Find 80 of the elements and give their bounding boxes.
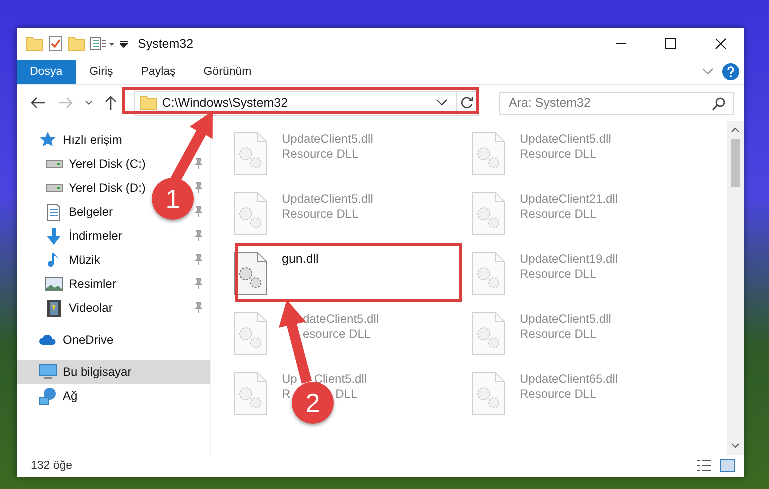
chevron-down-icon <box>436 99 448 107</box>
file-gears-icon <box>234 252 268 296</box>
item-count: 132 öğe <box>31 460 73 472</box>
nav-item[interactable]: Yerel Disk (D:) <box>45 178 146 198</box>
nav-item[interactable]: Videolar <box>45 298 113 318</box>
file-gears-icon <box>472 372 506 416</box>
document-icon <box>47 204 61 220</box>
up-arrow-icon <box>104 95 118 111</box>
file-type: Resource DLL <box>520 267 598 281</box>
refresh-icon <box>460 96 474 110</box>
close-icon <box>715 38 727 50</box>
nav-item[interactable]: Bu bilgisayar <box>39 362 132 382</box>
file-type: Resource DLL <box>520 147 598 161</box>
file-gears-icon <box>472 132 506 176</box>
back-arrow-icon <box>30 96 46 110</box>
file-type: Resource DLL <box>282 147 360 161</box>
search-icon <box>712 96 726 110</box>
file-gears-icon <box>234 192 268 236</box>
star-icon <box>39 131 57 149</box>
file-gears-icon <box>234 132 268 176</box>
folder-icon <box>26 35 44 53</box>
file-name: UpdateClient5.dll <box>520 312 612 326</box>
file-name: UpdateClient21.dll <box>520 192 618 206</box>
scroll-down-icon <box>731 443 740 449</box>
folder-icon <box>140 94 158 112</box>
nav-item[interactable]: Hızlı erişim <box>39 130 122 150</box>
file-type: esource DLL <box>303 327 372 341</box>
music-note-icon <box>48 252 60 268</box>
file-name: gun.dll <box>282 252 319 266</box>
file-name: UpdateClient5.dll <box>520 132 612 146</box>
ribbon-tab[interactable]: Dosya <box>17 60 76 84</box>
scrollbar-thumb[interactable] <box>731 139 740 187</box>
file-name: UpdateClient19.dll <box>520 252 618 266</box>
download-arrow-icon <box>46 228 62 244</box>
file-type: Resource DLL <box>520 387 598 401</box>
folder-icon <box>68 35 86 53</box>
details-view-icon <box>696 459 712 473</box>
file-gears-icon <box>234 372 268 416</box>
file-gears-icon <box>472 312 506 356</box>
address-bar[interactable]: C:\Windows\System32 <box>134 90 479 116</box>
monitor-icon <box>39 364 57 380</box>
chevron-down-icon <box>84 100 93 106</box>
scroll-up-icon <box>731 127 740 133</box>
picture-icon <box>45 277 63 291</box>
file-type: R <box>282 387 291 401</box>
file-gears-icon <box>234 312 268 356</box>
properties-icon <box>90 35 116 53</box>
large-icons-view-icon <box>720 459 736 473</box>
maximize-icon <box>665 38 677 50</box>
checklist-icon <box>48 35 64 53</box>
scrollbar[interactable] <box>727 121 744 455</box>
file-name: UpdateClient5.dll <box>282 132 374 146</box>
file-name: UpdateClient65.dll <box>520 372 618 386</box>
cloud-icon <box>39 334 57 346</box>
caret-icon <box>120 40 128 48</box>
chevron-down-icon <box>702 68 714 76</box>
network-icon <box>39 388 57 404</box>
nav-item[interactable]: İndirmeler <box>45 226 122 246</box>
file-name: dateClient5.dll <box>303 312 380 326</box>
file-type: DLL <box>336 387 358 401</box>
nav-item[interactable]: Yerel Disk (C:) <box>45 154 146 174</box>
forward-arrow-icon <box>58 96 74 110</box>
search-field[interactable]: Ara: System32 <box>498 92 734 114</box>
file-gears-icon <box>472 192 506 236</box>
nav-item[interactable]: Ağ <box>39 386 78 406</box>
drive-icon <box>46 184 62 192</box>
nav-item[interactable]: Resimler <box>45 274 116 294</box>
file-name: UpdateClient5.dll <box>282 192 374 206</box>
file-gears-icon <box>472 252 506 296</box>
nav-item[interactable]: Belgeler <box>45 202 114 222</box>
file-type: Resource DLL <box>520 327 598 341</box>
file-type: Resource DLL <box>520 207 598 221</box>
film-icon <box>47 300 61 316</box>
nav-item[interactable]: OneDrive <box>39 330 114 350</box>
file-type: Resource DLL <box>282 207 360 221</box>
drive-icon <box>46 160 62 168</box>
help-icon <box>722 63 740 81</box>
address-path: C:\Windows\System32 <box>162 96 288 110</box>
window-title: System32 <box>138 37 194 51</box>
nav-item[interactable]: Müzik <box>45 250 100 270</box>
